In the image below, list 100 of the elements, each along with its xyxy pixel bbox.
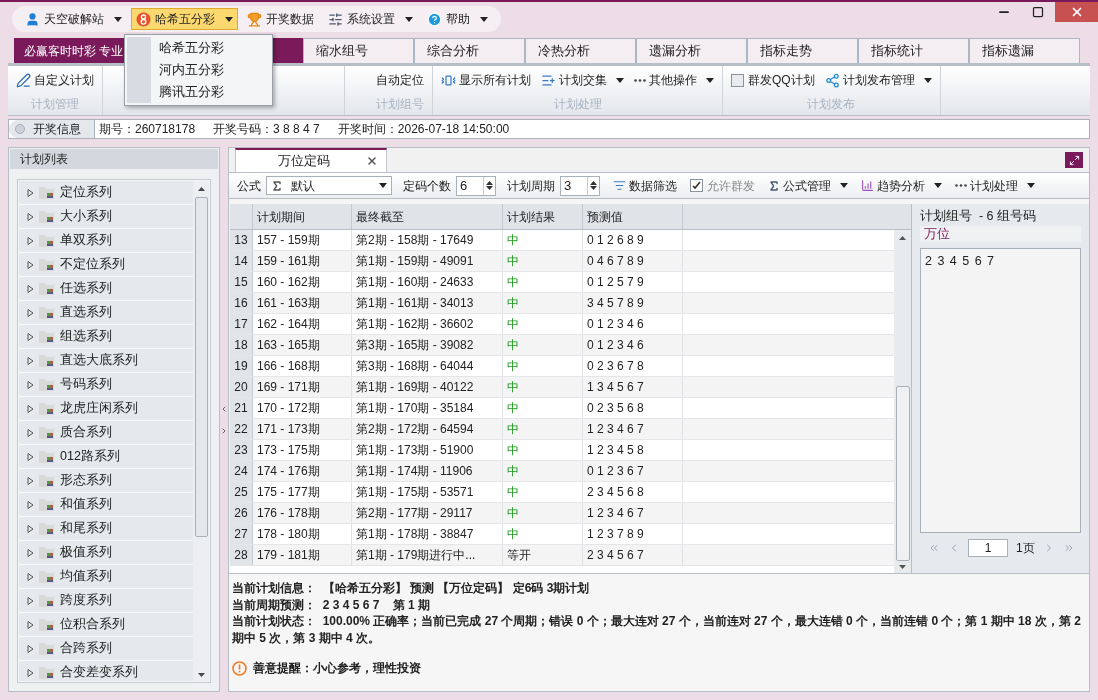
table-cell: 第3期 - 165期 - 39082 (352, 335, 503, 355)
checkbox-label: 允许群发 (707, 177, 755, 195)
table-cell: 中 (507, 443, 519, 457)
table-cell: 第2期 - 177期 - 29117 (352, 503, 503, 523)
table-cell: 中 (507, 380, 519, 394)
table-cell: 中 (507, 296, 519, 310)
tree-item-label: 组选系列 (60, 328, 112, 346)
tree-item-label: 直选系列 (60, 304, 112, 322)
table-cell: 157 - 159期 (253, 230, 352, 250)
summary-line: 当前计划状态： 100.00% 正确率；当前已完成 27 个周期；错误 0 个；最大连对 27 个，当前连对 27 个，最大连错 0 个，当前连错 0 个；第 1 期中 18 次，第 2 期中 5 次，第 3 期中 4 次。 (232, 613, 1082, 646)
tree-item-label: 合跨系列 (60, 640, 112, 658)
row-number: 16 (230, 293, 253, 313)
tree-item-label: 合变差变系列 (60, 664, 138, 681)
row-number: 22 (230, 419, 253, 439)
tree-item-label: 大小系列 (60, 208, 112, 226)
table-cell: 第1期 - 169期 - 40122 (352, 377, 503, 397)
table-cell: 中 (507, 506, 519, 520)
row-number: 23 (230, 440, 253, 460)
cycle-label: 计划周期 (507, 177, 555, 195)
panel-title: 计划组号 - 6 组号码 (920, 208, 1037, 225)
row-number: 18 (230, 335, 253, 355)
table-cell: 中 (507, 233, 519, 247)
table-cell: 171 - 173期 (253, 419, 352, 439)
table-cell: 中 (507, 485, 519, 499)
table-cell: 第1期 - 160期 - 24633 (352, 272, 503, 292)
table-cell: 中 (507, 338, 519, 352)
formula-label: 公式 (237, 177, 261, 195)
row-number: 17 (230, 314, 253, 334)
panel-header: 计划列表 (10, 149, 218, 169)
tree-item-label: 和尾系列 (60, 520, 112, 538)
row-number: 27 (230, 524, 253, 544)
table-cell: 2 3 4 5 6 8 (583, 482, 683, 502)
table-cell: 第1期 - 175期 - 53571 (352, 482, 503, 502)
tree-item-label: 号码系列 (60, 376, 112, 394)
draw-time: 开奖时间：2026-07-18 14:50:00 (337, 121, 510, 138)
tree-item-label: 龙虎庄闲系列 (60, 400, 138, 418)
table-cell: 160 - 162期 (253, 272, 352, 292)
table-cell: 0 1 2 5 7 9 (583, 272, 683, 292)
table-cell: 中 (507, 359, 519, 373)
table-cell: 第2期 - 158期 - 17649 (352, 230, 503, 250)
row-number: 19 (230, 356, 253, 376)
table-cell: 1 3 4 5 6 7 (583, 377, 683, 397)
table-cell: 178 - 180期 (253, 524, 352, 544)
table-cell: 0 4 6 7 8 9 (583, 251, 683, 271)
row-number: 14 (230, 251, 253, 271)
table-cell: 169 - 171期 (253, 377, 352, 397)
table-cell: 2 3 4 5 6 7 (583, 545, 683, 565)
tree-item-label: 质合系列 (60, 424, 112, 442)
tree-item-label: 不定位系列 (60, 256, 125, 274)
table-cell: 1 2 3 4 6 7 (583, 503, 683, 523)
table-cell: 中 (507, 317, 519, 331)
table-cell: 0 1 2 6 8 9 (583, 230, 683, 250)
table-cell: 第1期 - 170期 - 35184 (352, 398, 503, 418)
table-cell: 0 1 2 3 4 6 (583, 314, 683, 334)
tree-item-label: 和值系列 (60, 496, 112, 514)
page-total: 1页 (1016, 540, 1035, 557)
tree-item-label: 012路系列 (60, 448, 120, 466)
table-cell: 1 2 3 7 8 9 (583, 524, 683, 544)
tree-item-label: 直选大底系列 (60, 352, 138, 370)
table-cell: 中 (507, 464, 519, 478)
table-cell: 第1期 - 159期 - 49091 (352, 251, 503, 271)
table-cell: 中 (507, 275, 519, 289)
group-label: 计划组号 (376, 96, 424, 113)
row-number: 20 (230, 377, 253, 397)
position-header: 万位 (920, 226, 1081, 242)
issue-number: 期号：260718178 (99, 121, 196, 138)
row-number: 25 (230, 482, 253, 502)
row-number: 28 (230, 545, 253, 565)
table-cell: 179 - 181期 (253, 545, 352, 565)
table-cell: 第3期 - 168期 - 64044 (352, 356, 503, 376)
table-cell: 第1期 - 161期 - 34013 (352, 293, 503, 313)
group-label: 计划处理 (553, 96, 602, 113)
checkbox-label: 群发QQ计划 (748, 72, 815, 89)
tree-item-label: 任选系列 (60, 280, 112, 298)
row-number: 13 (230, 230, 253, 250)
table-cell: 中 (507, 422, 519, 436)
count-label: 定码个数 (403, 177, 451, 195)
tree-item-label: 定位系列 (60, 184, 112, 202)
tree-item-label: 均值系列 (60, 568, 112, 586)
draw-numbers: 开奖号码：3 8 8 4 7 (213, 121, 320, 138)
table-cell: 等开 (507, 548, 531, 562)
table-cell: 1 2 3 4 6 7 (583, 419, 683, 439)
table-cell: 163 - 165期 (253, 335, 352, 355)
table-cell: 第1期 - 179期进行中... (352, 545, 503, 565)
reminder-text: 善意提醒：小心参考，理性投资 (253, 660, 421, 677)
table-cell: 第1期 - 173期 - 51900 (352, 440, 503, 460)
table-cell: 中 (507, 254, 519, 268)
table-cell: 174 - 176期 (253, 461, 352, 481)
tree-item-label: 位积合系列 (60, 616, 125, 634)
row-number: 15 (230, 272, 253, 292)
table-cell: 0 1 2 3 4 6 (583, 335, 683, 355)
table-cell: 1 2 3 4 5 8 (583, 440, 683, 460)
summary-line: 当前周期预测： 2 3 4 5 6 7 第 1 期 (232, 596, 432, 613)
table-cell: 中 (507, 527, 519, 541)
table-cell: 176 - 178期 (253, 503, 352, 523)
table-cell: 173 - 175期 (253, 440, 352, 460)
table-cell: 第1期 - 178期 - 38847 (352, 524, 503, 544)
table-cell: 159 - 161期 (253, 251, 352, 271)
table-cell: 175 - 177期 (253, 482, 352, 502)
tree-item-label: 形态系列 (60, 472, 112, 490)
